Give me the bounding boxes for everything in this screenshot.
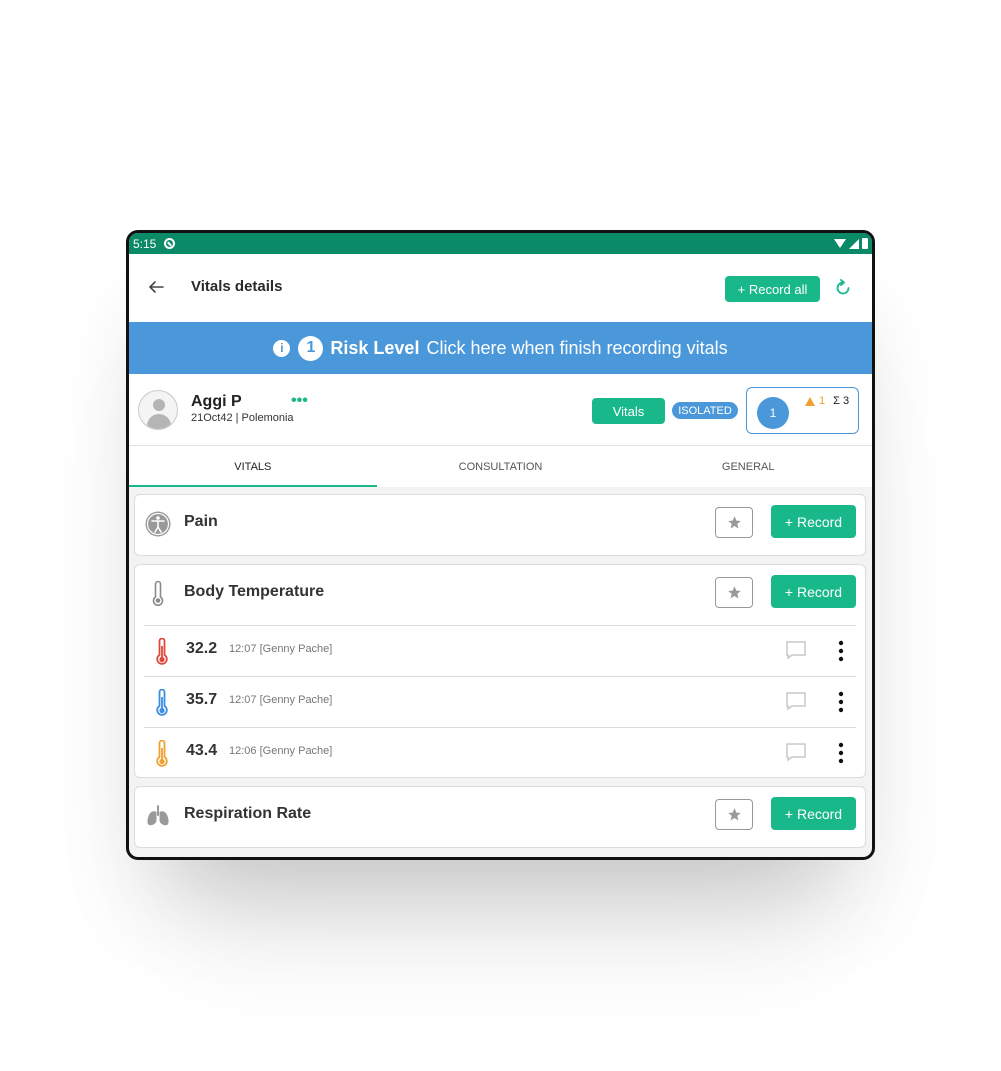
app-bar: Vitals details + Record all <box>129 254 872 322</box>
reading-meta: 12:06 [Genny Pache] <box>229 745 333 757</box>
body-temperature-title: Body Temperature <box>184 583 325 600</box>
data-saver-icon <box>164 238 176 249</box>
risk-banner-message: Click here when finish recording vitals <box>426 337 728 358</box>
wifi-icon <box>834 239 846 248</box>
pain-card: Pain + Record <box>134 494 866 556</box>
record-all-button[interactable]: + Record all <box>725 276 820 302</box>
star-icon <box>727 586 741 599</box>
reading-meta: 12:07 [Genny Pache] <box>229 694 333 706</box>
body-temperature-record-button[interactable]: + Record <box>771 575 856 608</box>
respiration-rate-title: Respiration Rate <box>184 805 312 822</box>
body-temperature-card: Body Temperature + Record 32.2 12:07 [Ge… <box>134 564 866 778</box>
risk-level-banner[interactable]: i 1 Risk Level Click here when finish re… <box>129 322 872 374</box>
thermometer-blue-icon <box>156 689 168 716</box>
isolated-badge: ISOLATED <box>672 402 738 419</box>
temperature-value: 32.2 <box>186 640 218 657</box>
temperature-reading-row[interactable]: 32.2 12:07 [Genny Pache] <box>144 625 856 676</box>
kebab-menu-icon[interactable] <box>837 640 845 662</box>
respiration-rate-favorite-button[interactable] <box>715 799 753 830</box>
back-arrow-icon[interactable] <box>147 278 165 296</box>
thermometer-orange-icon <box>156 740 168 767</box>
battery-icon <box>862 238 868 249</box>
more-options-icon[interactable]: ••• <box>291 392 308 410</box>
sigma-total: Σ 3 <box>833 395 850 407</box>
comment-icon[interactable] <box>785 691 807 711</box>
warning-count: 1 <box>819 395 826 407</box>
temperature-reading-row[interactable]: 35.7 12:07 [Genny Pache] <box>144 676 856 727</box>
thermometer-icon <box>152 580 164 606</box>
refresh-icon[interactable] <box>833 277 853 297</box>
warning-icon <box>805 396 815 406</box>
respiration-rate-card-header: Respiration Rate + Record <box>135 787 865 847</box>
temperature-value: 43.4 <box>186 742 218 759</box>
lungs-icon <box>147 805 169 826</box>
temperature-value: 35.7 <box>186 691 218 708</box>
pain-record-button[interactable]: + Record <box>771 505 856 538</box>
tablet-frame: 5:15 Vitals details + Record all i 1 Ris… <box>126 230 875 860</box>
status-icons <box>834 238 868 249</box>
pain-title: Pain <box>184 513 218 530</box>
pain-card-header: Pain + Record <box>135 495 865 555</box>
respiration-rate-card: Respiration Rate + Record <box>134 786 866 848</box>
star-icon <box>727 516 741 529</box>
comment-icon[interactable] <box>785 640 807 660</box>
risk-number-badge: 1 <box>298 335 324 361</box>
score-circle: 1 <box>757 397 789 429</box>
reading-meta: 12:07 [Genny Pache] <box>229 643 333 655</box>
temperature-reading-row[interactable]: 43.4 12:06 [Genny Pache] <box>144 727 856 778</box>
tab-bar: VITALS CONSULTATION GENERAL <box>129 446 872 487</box>
risk-level-label: Risk Level <box>330 337 420 358</box>
body-temperature-card-header: Body Temperature + Record <box>135 565 865 625</box>
pain-favorite-button[interactable] <box>715 507 753 538</box>
early-warning-score[interactable]: 1 1 Σ 3 <box>746 387 859 434</box>
warning-summary: 1 Σ 3 <box>805 395 849 407</box>
tab-vitals[interactable]: VITALS <box>129 446 377 487</box>
tab-consultation[interactable]: CONSULTATION <box>377 446 625 487</box>
avatar <box>138 390 178 430</box>
status-bar: 5:15 <box>129 233 872 254</box>
tab-general[interactable]: GENERAL <box>624 446 872 487</box>
comment-icon[interactable] <box>785 742 807 762</box>
kebab-menu-icon[interactable] <box>837 742 845 764</box>
status-time: 5:15 <box>133 236 157 251</box>
vitals-button[interactable]: Vitals <box>592 398 665 424</box>
info-icon: i <box>273 339 291 357</box>
thermometer-red-icon <box>156 638 168 665</box>
accessibility-icon <box>145 511 171 537</box>
signal-icon <box>849 238 859 249</box>
patient-header: Aggi P ••• 21Oct42 | Polemonia Vitals IS… <box>129 374 872 446</box>
star-icon <box>727 808 741 821</box>
respiration-rate-record-button[interactable]: + Record <box>771 797 856 830</box>
patient-name: Aggi P <box>191 393 242 410</box>
body-temperature-favorite-button[interactable] <box>715 577 753 608</box>
kebab-menu-icon[interactable] <box>837 691 845 713</box>
page-title: Vitals details <box>191 278 283 295</box>
patient-meta: 21Oct42 | Polemonia <box>191 412 294 424</box>
